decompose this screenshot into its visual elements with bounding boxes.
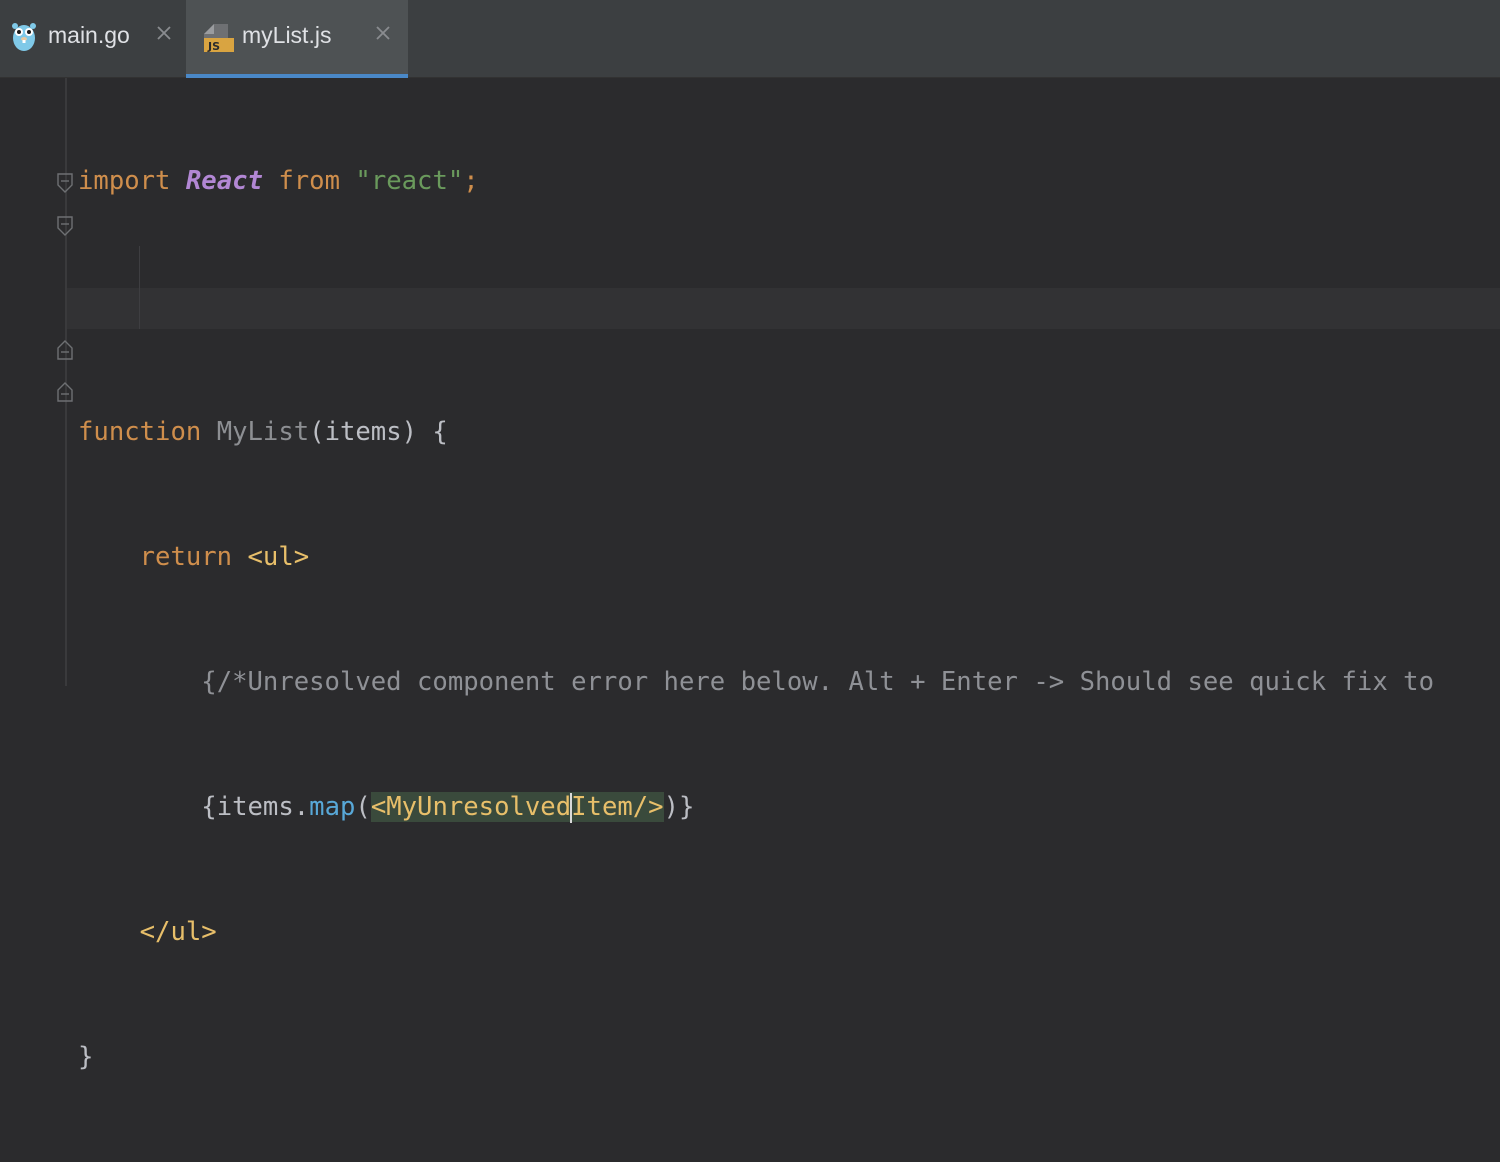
code-line-3: function MyList(items) {: [78, 412, 1434, 454]
tab-main-go[interactable]: main.go: [0, 0, 186, 78]
unresolved-component[interactable]: <MyUnresolvedItem/>: [370, 791, 664, 823]
code-line-6: {items.map(<MyUnresolvedItem/>)}: [78, 787, 1434, 829]
jsx-tag: <ul>: [247, 541, 310, 572]
string-literal: "react": [355, 166, 464, 197]
fold-icon[interactable]: [57, 173, 73, 193]
code-line-5: {/*Unresolved component error here below…: [78, 662, 1434, 704]
fold-end-icon[interactable]: [57, 340, 73, 360]
punctuation: (: [355, 791, 371, 822]
punctuation: ;: [463, 166, 479, 197]
code-line-8: }: [78, 1037, 1434, 1079]
closing-brace: }: [78, 1042, 94, 1073]
code-line-4: return <ul>: [78, 537, 1434, 579]
js-file-icon: JS: [204, 24, 234, 53]
tab-mylist-js[interactable]: JS myList.js: [186, 0, 408, 78]
method-name: map: [309, 791, 356, 822]
fold-end-icon[interactable]: [57, 382, 73, 402]
function-name: MyList: [216, 416, 310, 447]
keyword: return: [139, 541, 233, 572]
fold-icon[interactable]: [57, 216, 73, 236]
code-editor[interactable]: import React from "react"; function MyLi…: [0, 78, 1500, 1072]
gopher-icon: [12, 23, 36, 51]
keyword: import: [78, 166, 171, 197]
identifier: React: [185, 166, 263, 197]
code-text-segment: {items.: [201, 791, 310, 822]
code-text[interactable]: import React from "react"; function MyLi…: [78, 78, 1434, 1162]
close-icon[interactable]: [374, 24, 392, 42]
keyword: function: [78, 416, 202, 447]
code-line-1: import React from "react";: [78, 161, 1434, 203]
code-line-7: </ul>: [78, 912, 1434, 954]
close-icon[interactable]: [155, 24, 173, 42]
tab-label: myList.js: [242, 22, 332, 48]
punctuation: )}: [663, 791, 695, 822]
keyword: from: [278, 166, 340, 197]
jsx-tag: </ul>: [139, 916, 217, 947]
editor-tab-bar: main.go JS myList.js: [0, 0, 1500, 78]
parameters: (items) {: [309, 416, 448, 447]
tab-label: main.go: [48, 22, 130, 48]
svg-text:JS: JS: [207, 40, 220, 53]
comment: {/*Unresolved component error here below…: [201, 666, 1434, 697]
